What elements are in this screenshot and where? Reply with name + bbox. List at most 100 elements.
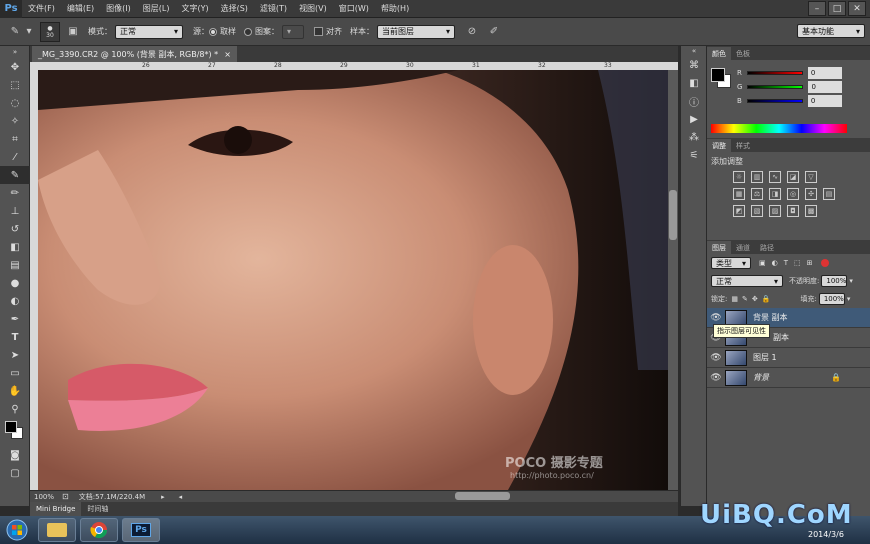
aligned-checkbox[interactable]	[314, 27, 323, 36]
maximize-button[interactable]: □	[828, 1, 846, 16]
lock-all-icon[interactable]: 🔒	[762, 295, 771, 303]
chrome-taskbar-icon[interactable]	[80, 518, 118, 542]
properties-panel-icon[interactable]: ◧	[681, 74, 707, 92]
green-slider[interactable]	[747, 85, 804, 89]
adjust-panel-icon[interactable]: ⚟	[681, 146, 707, 164]
menu-layer[interactable]: 图层(L)	[137, 3, 176, 14]
path-select-tool-icon[interactable]: ➤	[0, 346, 30, 364]
history-panel-icon[interactable]: ⌘	[681, 56, 707, 74]
quick-select-tool-icon[interactable]: ✧	[0, 112, 30, 130]
gradient-map-icon[interactable]: ▩	[805, 205, 817, 217]
blend-mode-select[interactable]: 正常 ▾	[711, 275, 783, 287]
menu-window[interactable]: 窗口(W)	[333, 3, 375, 14]
start-button[interactable]	[0, 516, 34, 544]
blue-slider[interactable]	[746, 99, 803, 103]
horizontal-scroll-thumb[interactable]	[455, 492, 510, 500]
hand-tool-icon[interactable]: ✋	[0, 382, 30, 400]
color-balance-icon[interactable]: ⚖	[751, 188, 763, 200]
zoom-tool-icon[interactable]: ⚲	[0, 400, 30, 418]
color-fg-swatch[interactable]	[711, 68, 725, 82]
filter-shape-icon[interactable]: ⬚	[794, 259, 801, 267]
collapse-toolbox-icon[interactable]: »	[0, 46, 30, 58]
explorer-taskbar-icon[interactable]	[38, 518, 76, 542]
close-button[interactable]: ✕	[848, 1, 866, 16]
menu-image[interactable]: 图像(I)	[100, 3, 137, 14]
info-panel-icon[interactable]: ⓘ	[681, 92, 707, 110]
healing-brush-tool-icon[interactable]: ✎	[0, 166, 30, 184]
export-icon[interactable]: ⊡	[62, 492, 69, 501]
quick-mask-icon[interactable]: ◙	[0, 446, 30, 464]
black-white-icon[interactable]: ◨	[769, 188, 781, 200]
shape-tool-icon[interactable]: ▭	[0, 364, 30, 382]
tab-adjustments[interactable]: 调整	[707, 139, 731, 152]
red-slider[interactable]	[746, 71, 803, 75]
menu-view[interactable]: 视图(V)	[293, 3, 333, 14]
brush-preset-picker[interactable]: ● 30	[40, 21, 60, 42]
type-tool-icon[interactable]: T	[0, 328, 30, 346]
eraser-tool-icon[interactable]: ◧	[0, 238, 30, 256]
threshold-icon[interactable]: ▨	[769, 205, 781, 217]
menu-file[interactable]: 文件(F)	[22, 3, 61, 14]
close-icon[interactable]: ×	[224, 50, 231, 59]
selective-color-icon[interactable]: ◘	[787, 205, 799, 217]
invert-icon[interactable]: ◩	[733, 205, 745, 217]
lock-transparency-icon[interactable]: ▦	[731, 295, 738, 303]
chevron-down-icon[interactable]: ▾	[849, 277, 853, 285]
lasso-tool-icon[interactable]: ◌	[0, 94, 30, 112]
tool-preset-chevron-icon[interactable]: ▾	[24, 23, 34, 41]
mode-select[interactable]: 正常 ▾	[115, 24, 183, 39]
color-spectrum[interactable]	[711, 124, 847, 133]
vertical-scrollbar[interactable]	[668, 70, 678, 490]
photo-filter-icon[interactable]: ◎	[787, 188, 799, 200]
brightness-icon[interactable]: ☼	[733, 171, 745, 183]
eye-icon[interactable]: 👁	[707, 313, 725, 323]
layer-row[interactable]: 👁 背景 🔒	[707, 368, 870, 388]
eye-icon[interactable]: 👁	[707, 373, 725, 383]
lock-position-icon[interactable]: ✥	[752, 295, 758, 303]
tab-timeline[interactable]: 时间轴	[81, 502, 114, 516]
blue-value[interactable]: 0	[807, 95, 842, 107]
curves-icon[interactable]: ∿	[769, 171, 781, 183]
posterize-icon[interactable]: ▧	[751, 205, 763, 217]
workspace-select[interactable]: 基本功能 ▾	[797, 24, 865, 38]
photoshop-taskbar-icon[interactable]: Ps	[122, 518, 160, 542]
filter-smart-icon[interactable]: ⊞	[807, 259, 813, 267]
collapse-panels-icon[interactable]: «	[681, 46, 707, 56]
move-tool-icon[interactable]: ✥	[0, 58, 30, 76]
source-sampled-radio[interactable]	[209, 27, 217, 36]
zoom-level[interactable]: 100%	[34, 493, 54, 501]
pattern-picker[interactable]: ▾	[282, 24, 304, 39]
minimize-button[interactable]: –	[808, 1, 826, 16]
filter-pixel-icon[interactable]: ▣	[759, 259, 766, 267]
color-lookup-icon[interactable]: ▤	[823, 188, 835, 200]
green-value[interactable]: 0	[808, 81, 843, 93]
ignore-adjustment-layers-icon[interactable]: ⊘	[463, 23, 481, 41]
tab-swatches[interactable]: 色板	[731, 47, 755, 60]
tab-paths[interactable]: 路径	[755, 241, 779, 254]
image-canvas[interactable]: POCO 摄影专题 http://photo.poco.cn/	[38, 70, 668, 490]
tab-mini-bridge[interactable]: Mini Bridge	[30, 502, 82, 516]
brush-tool-icon[interactable]: ✏	[0, 184, 30, 202]
screen-mode-icon[interactable]: ▢	[0, 464, 30, 482]
menu-select[interactable]: 选择(S)	[215, 3, 254, 14]
hue-saturation-icon[interactable]: ▦	[733, 188, 745, 200]
layer-filter-select[interactable]: 类型 ▾	[711, 257, 751, 269]
tab-channels[interactable]: 通道	[731, 241, 755, 254]
channel-mixer-icon[interactable]: ✣	[805, 188, 817, 200]
pen-tool-icon[interactable]: ✒	[0, 310, 30, 328]
eye-icon[interactable]: 👁	[707, 353, 725, 363]
history-brush-tool-icon[interactable]: ↺	[0, 220, 30, 238]
tab-styles[interactable]: 样式	[731, 139, 755, 152]
filter-adjust-icon[interactable]: ◐	[772, 259, 778, 267]
filter-toggle-icon[interactable]	[820, 259, 829, 267]
brush-presets-icon[interactable]: ⁂	[681, 128, 707, 146]
red-value[interactable]: 0	[807, 67, 842, 79]
layer-row[interactable]: 👁 图层 1	[707, 348, 870, 368]
menu-help[interactable]: 帮助(H)	[375, 3, 415, 14]
vertical-scroll-thumb[interactable]	[669, 190, 677, 240]
levels-icon[interactable]: ▥	[751, 171, 763, 183]
opacity-input[interactable]: 100%	[821, 275, 848, 287]
sample-select[interactable]: 当前图层 ▾	[377, 24, 455, 39]
foreground-color[interactable]	[5, 421, 17, 433]
actions-panel-icon[interactable]: ▶	[681, 110, 707, 128]
